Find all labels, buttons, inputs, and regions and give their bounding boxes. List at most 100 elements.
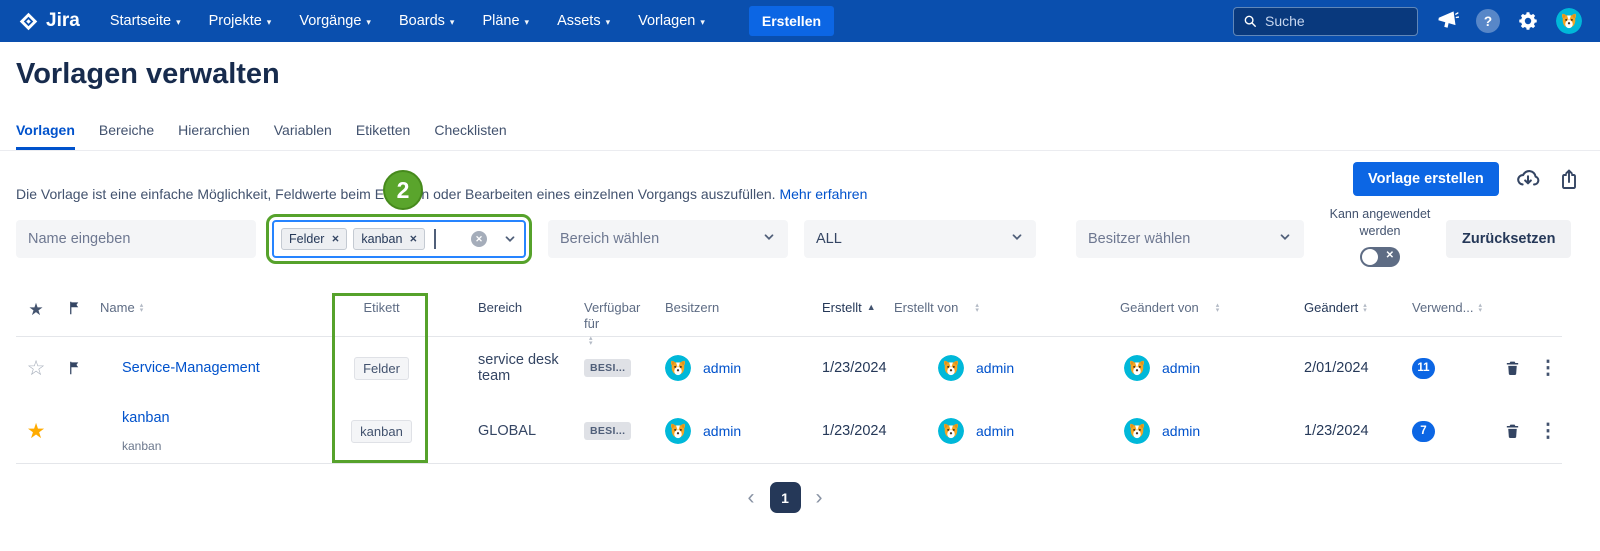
jira-logo[interactable]: Jira <box>18 10 80 32</box>
delete-button[interactable] <box>1504 422 1521 440</box>
toggle-knob <box>1362 249 1378 265</box>
modified-date: 1/23/2024 <box>1300 423 1400 439</box>
remove-chip-icon[interactable] <box>409 234 417 245</box>
tab-divider <box>0 150 1600 151</box>
global-create-button[interactable]: Erstellen <box>749 6 834 36</box>
trash-icon <box>1504 359 1521 377</box>
jira-logo-icon <box>18 11 39 32</box>
scope-cell: service desk team <box>430 352 578 384</box>
dog-avatar-icon <box>938 418 964 444</box>
tab-checklisten[interactable]: Checklisten <box>434 122 506 150</box>
export-button[interactable] <box>1557 167 1581 192</box>
type-filter-select[interactable]: ALL <box>804 220 1036 258</box>
created-by-avatar[interactable] <box>938 418 964 444</box>
chevron-down-icon <box>762 230 776 248</box>
pagination: 1 <box>0 482 1570 513</box>
settings-button[interactable] <box>1517 10 1539 32</box>
header-erstellt-von[interactable]: Erstellt von <box>894 300 1120 316</box>
header-etikett[interactable]: Etikett <box>333 300 430 315</box>
created-by-link[interactable]: admin <box>976 423 1014 439</box>
header-geaendert[interactable]: Geändert <box>1300 300 1400 316</box>
import-button[interactable] <box>1514 166 1542 192</box>
header-besitzern[interactable]: Besitzern <box>648 300 810 316</box>
label-filter-multiselect[interactable]: Felder kanban <box>272 220 526 258</box>
header-verfuegbar-fuer[interactable]: Verfügbar für <box>578 300 648 346</box>
primary-nav: Startseite Projekte Vorgänge Boards Plän… <box>110 6 834 36</box>
reset-filters-button[interactable]: Zurücksetzen <box>1446 220 1571 258</box>
flag-icon[interactable] <box>67 360 82 376</box>
tab-vorlagen[interactable]: Vorlagen <box>16 122 75 150</box>
create-template-button[interactable]: Vorlage erstellen <box>1353 162 1499 196</box>
header-verwendungen[interactable]: Verwend... <box>1400 300 1490 316</box>
nav-item-projekte[interactable]: Projekte <box>209 13 272 29</box>
current-page-button[interactable]: 1 <box>770 482 801 513</box>
star-toggle-icon[interactable] <box>27 356 46 381</box>
sort-icon <box>589 336 593 346</box>
user-avatar[interactable] <box>1556 8 1582 34</box>
owner-link[interactable]: admin <box>703 423 741 439</box>
available-for-badge: BESI... <box>584 422 631 440</box>
dog-avatar-icon <box>665 355 691 381</box>
nav-item-vorlagen[interactable]: Vorlagen <box>638 13 705 29</box>
nav-item-vorgaenge[interactable]: Vorgänge <box>299 13 371 29</box>
header-name[interactable]: Name <box>92 300 333 316</box>
tab-bereiche[interactable]: Bereiche <box>99 122 154 150</box>
owner-avatar[interactable] <box>665 418 691 444</box>
nav-item-assets[interactable]: Assets <box>557 13 610 29</box>
clear-selection-icon[interactable] <box>471 231 487 247</box>
nav-item-plaene[interactable]: Pläne <box>482 13 529 29</box>
remove-chip-icon[interactable] <box>331 234 339 245</box>
row-actions-menu[interactable] <box>1539 357 1558 380</box>
template-name-link[interactable]: Service-Management <box>122 360 260 376</box>
tab-etiketten[interactable]: Etiketten <box>356 122 410 150</box>
flag-column-icon[interactable] <box>67 300 82 316</box>
nav-item-boards[interactable]: Boards <box>399 13 454 29</box>
chevron-down-icon <box>267 13 272 29</box>
nav-item-startseite[interactable]: Startseite <box>110 13 181 29</box>
delete-button[interactable] <box>1504 359 1521 377</box>
announcements-button[interactable] <box>1435 9 1459 33</box>
chevron-down-icon <box>1278 230 1292 248</box>
modified-by-link[interactable]: admin <box>1162 423 1200 439</box>
sort-ascending-icon <box>867 302 876 313</box>
tab-variablen[interactable]: Variablen <box>274 122 332 150</box>
search-icon <box>1243 14 1257 28</box>
modified-by-avatar[interactable] <box>1124 355 1150 381</box>
modified-date: 2/01/2024 <box>1300 360 1400 376</box>
header-geaendert-von[interactable]: Geändert von <box>1120 300 1300 316</box>
name-filter-input[interactable]: Name eingeben <box>16 220 256 258</box>
modified-by-avatar[interactable] <box>1124 418 1150 444</box>
global-search-input[interactable]: Suche <box>1233 7 1418 36</box>
tab-hierarchien[interactable]: Hierarchien <box>178 122 250 150</box>
star-toggle-icon[interactable] <box>27 419 46 444</box>
owner-link[interactable]: admin <box>703 360 741 376</box>
tab-bar: Vorlagen Bereiche Hierarchien Variablen … <box>16 122 507 150</box>
created-by-link[interactable]: admin <box>976 360 1014 376</box>
created-by-avatar[interactable] <box>938 355 964 381</box>
learn-more-link[interactable]: Mehr erfahren <box>779 186 867 202</box>
next-page-icon[interactable] <box>816 487 823 508</box>
sort-icon <box>975 303 979 313</box>
scope-filter-select[interactable]: Bereich wählen <box>548 220 788 258</box>
filter-chip-kanban: kanban <box>353 228 425 250</box>
row-actions-menu[interactable] <box>1539 420 1558 443</box>
created-date: 1/23/2024 <box>810 423 894 439</box>
annotation-step-badge: 2 <box>383 170 423 210</box>
header-bereich[interactable]: Bereich <box>430 300 578 316</box>
search-placeholder: Suche <box>1265 13 1305 29</box>
chevron-down-icon[interactable] <box>503 232 517 246</box>
owner-filter-select[interactable]: Besitzer wählen <box>1076 220 1304 258</box>
modified-by-link[interactable]: admin <box>1162 360 1200 376</box>
star-column-icon[interactable] <box>28 300 43 320</box>
can-apply-toggle[interactable] <box>1360 247 1400 267</box>
header-erstellt[interactable]: Erstellt <box>810 300 894 316</box>
megaphone-icon <box>1435 9 1459 33</box>
trash-icon <box>1504 422 1521 440</box>
owner-avatar[interactable] <box>665 355 691 381</box>
text-cursor <box>434 229 436 249</box>
help-button[interactable]: ? <box>1476 9 1500 33</box>
dog-avatar-icon <box>1556 8 1582 34</box>
prev-page-icon[interactable] <box>748 487 755 508</box>
chevron-down-icon <box>1010 230 1024 248</box>
template-name-link[interactable]: kanban <box>122 410 170 426</box>
